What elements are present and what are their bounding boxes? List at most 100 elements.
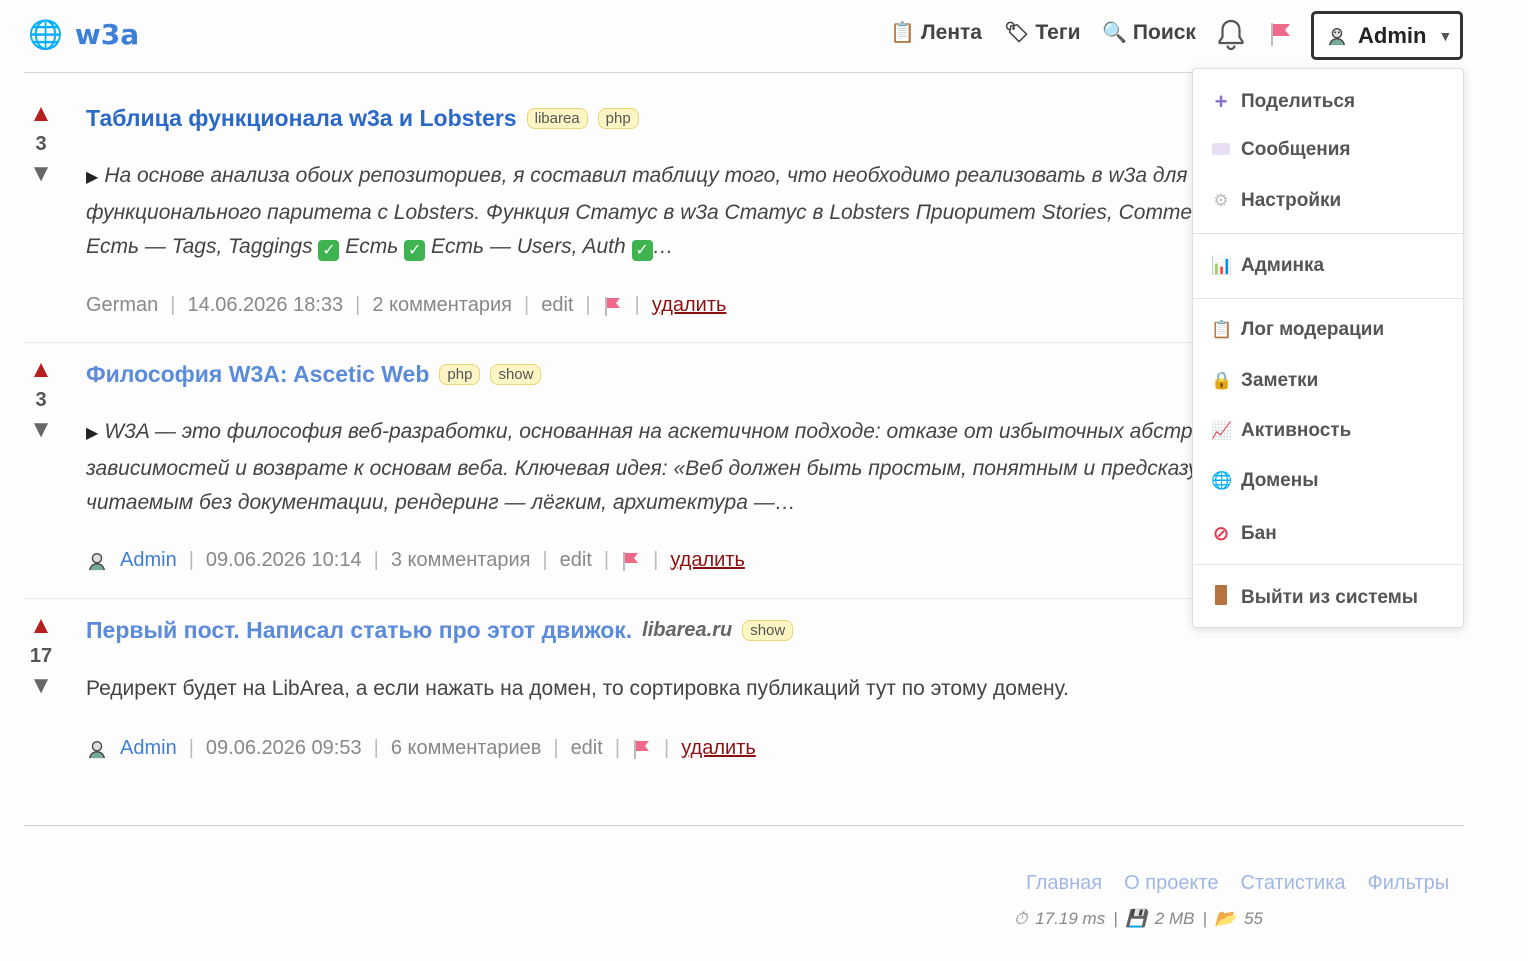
delete-link[interactable]: удалить	[681, 737, 756, 760]
post-excerpt: ▶ На основе анализа обоих репозиториев, я…	[86, 159, 1196, 265]
vote-widget: ▲ 3 ▼	[24, 101, 58, 187]
post-author[interactable]: Admin	[120, 549, 177, 572]
flag-icon[interactable]	[1268, 20, 1294, 48]
site-name: w3a	[74, 18, 140, 51]
menu-divider	[1193, 564, 1463, 565]
nav-tags[interactable]: 🏷 Теги	[1004, 20, 1081, 45]
magnifier-icon: 🔍	[1102, 22, 1127, 44]
menu-item-logout[interactable]: Выйти из системы	[1211, 585, 1418, 610]
post-title-link[interactable]: Таблица функционала w3a и Lobsters	[86, 105, 517, 132]
bell-icon[interactable]	[1216, 18, 1246, 52]
post-item: ▲ 17 ▼ Первый пост. Написал статью про э…	[24, 599, 1464, 825]
tag-badge[interactable]: show	[742, 620, 794, 641]
trend-chart-icon: 📈	[1211, 421, 1233, 440]
menu-item-domains[interactable]: 🌐 Домены	[1211, 470, 1318, 492]
edit-link[interactable]: edit	[571, 737, 603, 760]
menu-item-notes[interactable]: 🔒 Заметки	[1211, 370, 1318, 392]
menu-item-share[interactable]: + Поделиться	[1211, 89, 1355, 115]
prohibited-icon: ⊘	[1212, 523, 1230, 545]
menu-item-label: Бан	[1241, 522, 1277, 544]
comments-link[interactable]: 6 комментариев	[391, 737, 542, 760]
separator: |	[188, 737, 194, 759]
menu-item-settings[interactable]: ⚙ Настройки	[1211, 190, 1341, 212]
nav-feed-label: Лента	[920, 20, 982, 44]
footer-link-home[interactable]: Главная	[1026, 872, 1102, 895]
menu-item-label: Поделиться	[1241, 91, 1356, 112]
separator: |	[1113, 909, 1118, 928]
separator: |	[373, 549, 379, 571]
downvote-icon[interactable]: ▼	[24, 673, 58, 699]
footer-divider	[24, 825, 1464, 826]
check-icon: ✓	[631, 240, 653, 261]
user-menu-button[interactable]: Admin ▼	[1311, 11, 1463, 60]
bar-chart-icon: 📊	[1211, 256, 1233, 275]
vote-widget: ▲ 17 ▼	[24, 613, 58, 699]
upvote-icon[interactable]: ▲	[24, 101, 58, 127]
expand-triangle-icon[interactable]: ▶	[86, 425, 98, 442]
delete-link[interactable]: удалить	[670, 549, 745, 572]
post-author[interactable]: Admin	[120, 737, 177, 760]
upvote-icon[interactable]: ▲	[24, 613, 58, 639]
menu-item-label: Сообщения	[1241, 139, 1351, 160]
separator: |	[634, 294, 640, 316]
render-time: 17.19 ms	[1035, 909, 1106, 928]
upvote-icon[interactable]: ▲	[24, 357, 58, 383]
separator: |	[524, 294, 530, 316]
footer-link-filters[interactable]: Фильтры	[1368, 872, 1450, 895]
user-dropdown-menu: + Поделиться Сообщения ⚙ Настройки 📊 Адм…	[1192, 68, 1464, 628]
nav-search[interactable]: 🔍 Поиск	[1102, 20, 1196, 45]
footer-link-about[interactable]: О проекте	[1124, 872, 1218, 895]
post-domain[interactable]: libarea.ru	[642, 619, 732, 642]
menu-item-messages[interactable]: Сообщения	[1211, 139, 1351, 161]
comments-link[interactable]: 2 комментария	[372, 294, 512, 317]
menu-item-ban[interactable]: ⊘ Бан	[1211, 521, 1277, 546]
menu-item-label: Админка	[1241, 255, 1325, 276]
footer-link-stats[interactable]: Статистика	[1240, 872, 1345, 895]
tag-badge[interactable]: php	[597, 108, 639, 129]
post-date: 09.06.2026 09:53	[205, 737, 362, 759]
globe-icon: 🌐	[28, 18, 63, 50]
separator: |	[542, 549, 548, 571]
tag-badge[interactable]: php	[439, 364, 481, 385]
memory-usage: 2 MB	[1154, 909, 1195, 928]
post-title-link[interactable]: Философия W3A: Ascetic Web	[86, 361, 429, 388]
top-header: 🌐 w3a 📋 Лента 🏷 Теги 🔍 Поиск Admin ▼	[24, 0, 1464, 73]
nav-feed[interactable]: 📋 Лента	[890, 20, 982, 45]
caret-down-icon: ▼	[1438, 27, 1453, 44]
flag-icon[interactable]	[603, 295, 623, 317]
post-author[interactable]: German	[86, 294, 158, 317]
clipboard-icon: 📋	[1211, 320, 1233, 339]
downvote-icon[interactable]: ▼	[24, 417, 58, 443]
door-icon	[1211, 585, 1231, 610]
expand-triangle-icon[interactable]: ▶	[86, 169, 98, 186]
tag-badge[interactable]: libarea	[526, 108, 588, 129]
comments-link[interactable]: 3 комментария	[391, 549, 531, 572]
edit-link[interactable]: edit	[541, 294, 573, 317]
flag-icon[interactable]	[621, 550, 641, 572]
separator: |	[664, 737, 670, 759]
delete-link[interactable]: удалить	[652, 294, 727, 317]
menu-item-admin[interactable]: 📊 Админка	[1211, 255, 1324, 277]
footer-stats: ⏱ 17.19 ms | 💾 2 MB | 📂 55	[1014, 909, 1263, 929]
lock-icon: 🔒	[1211, 371, 1233, 390]
menu-item-modlog[interactable]: 📋 Лог модерации	[1211, 319, 1384, 341]
edit-link[interactable]: edit	[560, 549, 592, 572]
menu-item-label: Домены	[1241, 470, 1319, 491]
site-logo[interactable]: 🌐 w3a	[28, 18, 139, 51]
separator: |	[373, 737, 379, 759]
flag-icon[interactable]	[632, 738, 652, 760]
check-icon: ✓	[318, 240, 340, 261]
downvote-icon[interactable]: ▼	[24, 161, 58, 187]
envelope-icon	[1211, 140, 1231, 160]
tag-badge[interactable]: show	[490, 364, 542, 385]
menu-item-label: Выйти из системы	[1241, 586, 1419, 608]
excerpt-line: читаемым без документации, рендеринг — л…	[86, 491, 796, 514]
check-icon: ✓	[404, 240, 426, 261]
globe-icon: 🌐	[1211, 471, 1233, 490]
post-title-link[interactable]: Первый пост. Написал статью про этот дви…	[86, 617, 632, 644]
excerpt-text: Есть — Users, Auth	[431, 235, 626, 258]
floppy-icon: 💾	[1125, 909, 1147, 928]
post-meta: German | 14.06.2026 18:33 | 2 комментари…	[86, 294, 726, 317]
menu-item-activity[interactable]: 📈 Активность	[1211, 420, 1351, 442]
plus-icon: +	[1214, 89, 1228, 114]
